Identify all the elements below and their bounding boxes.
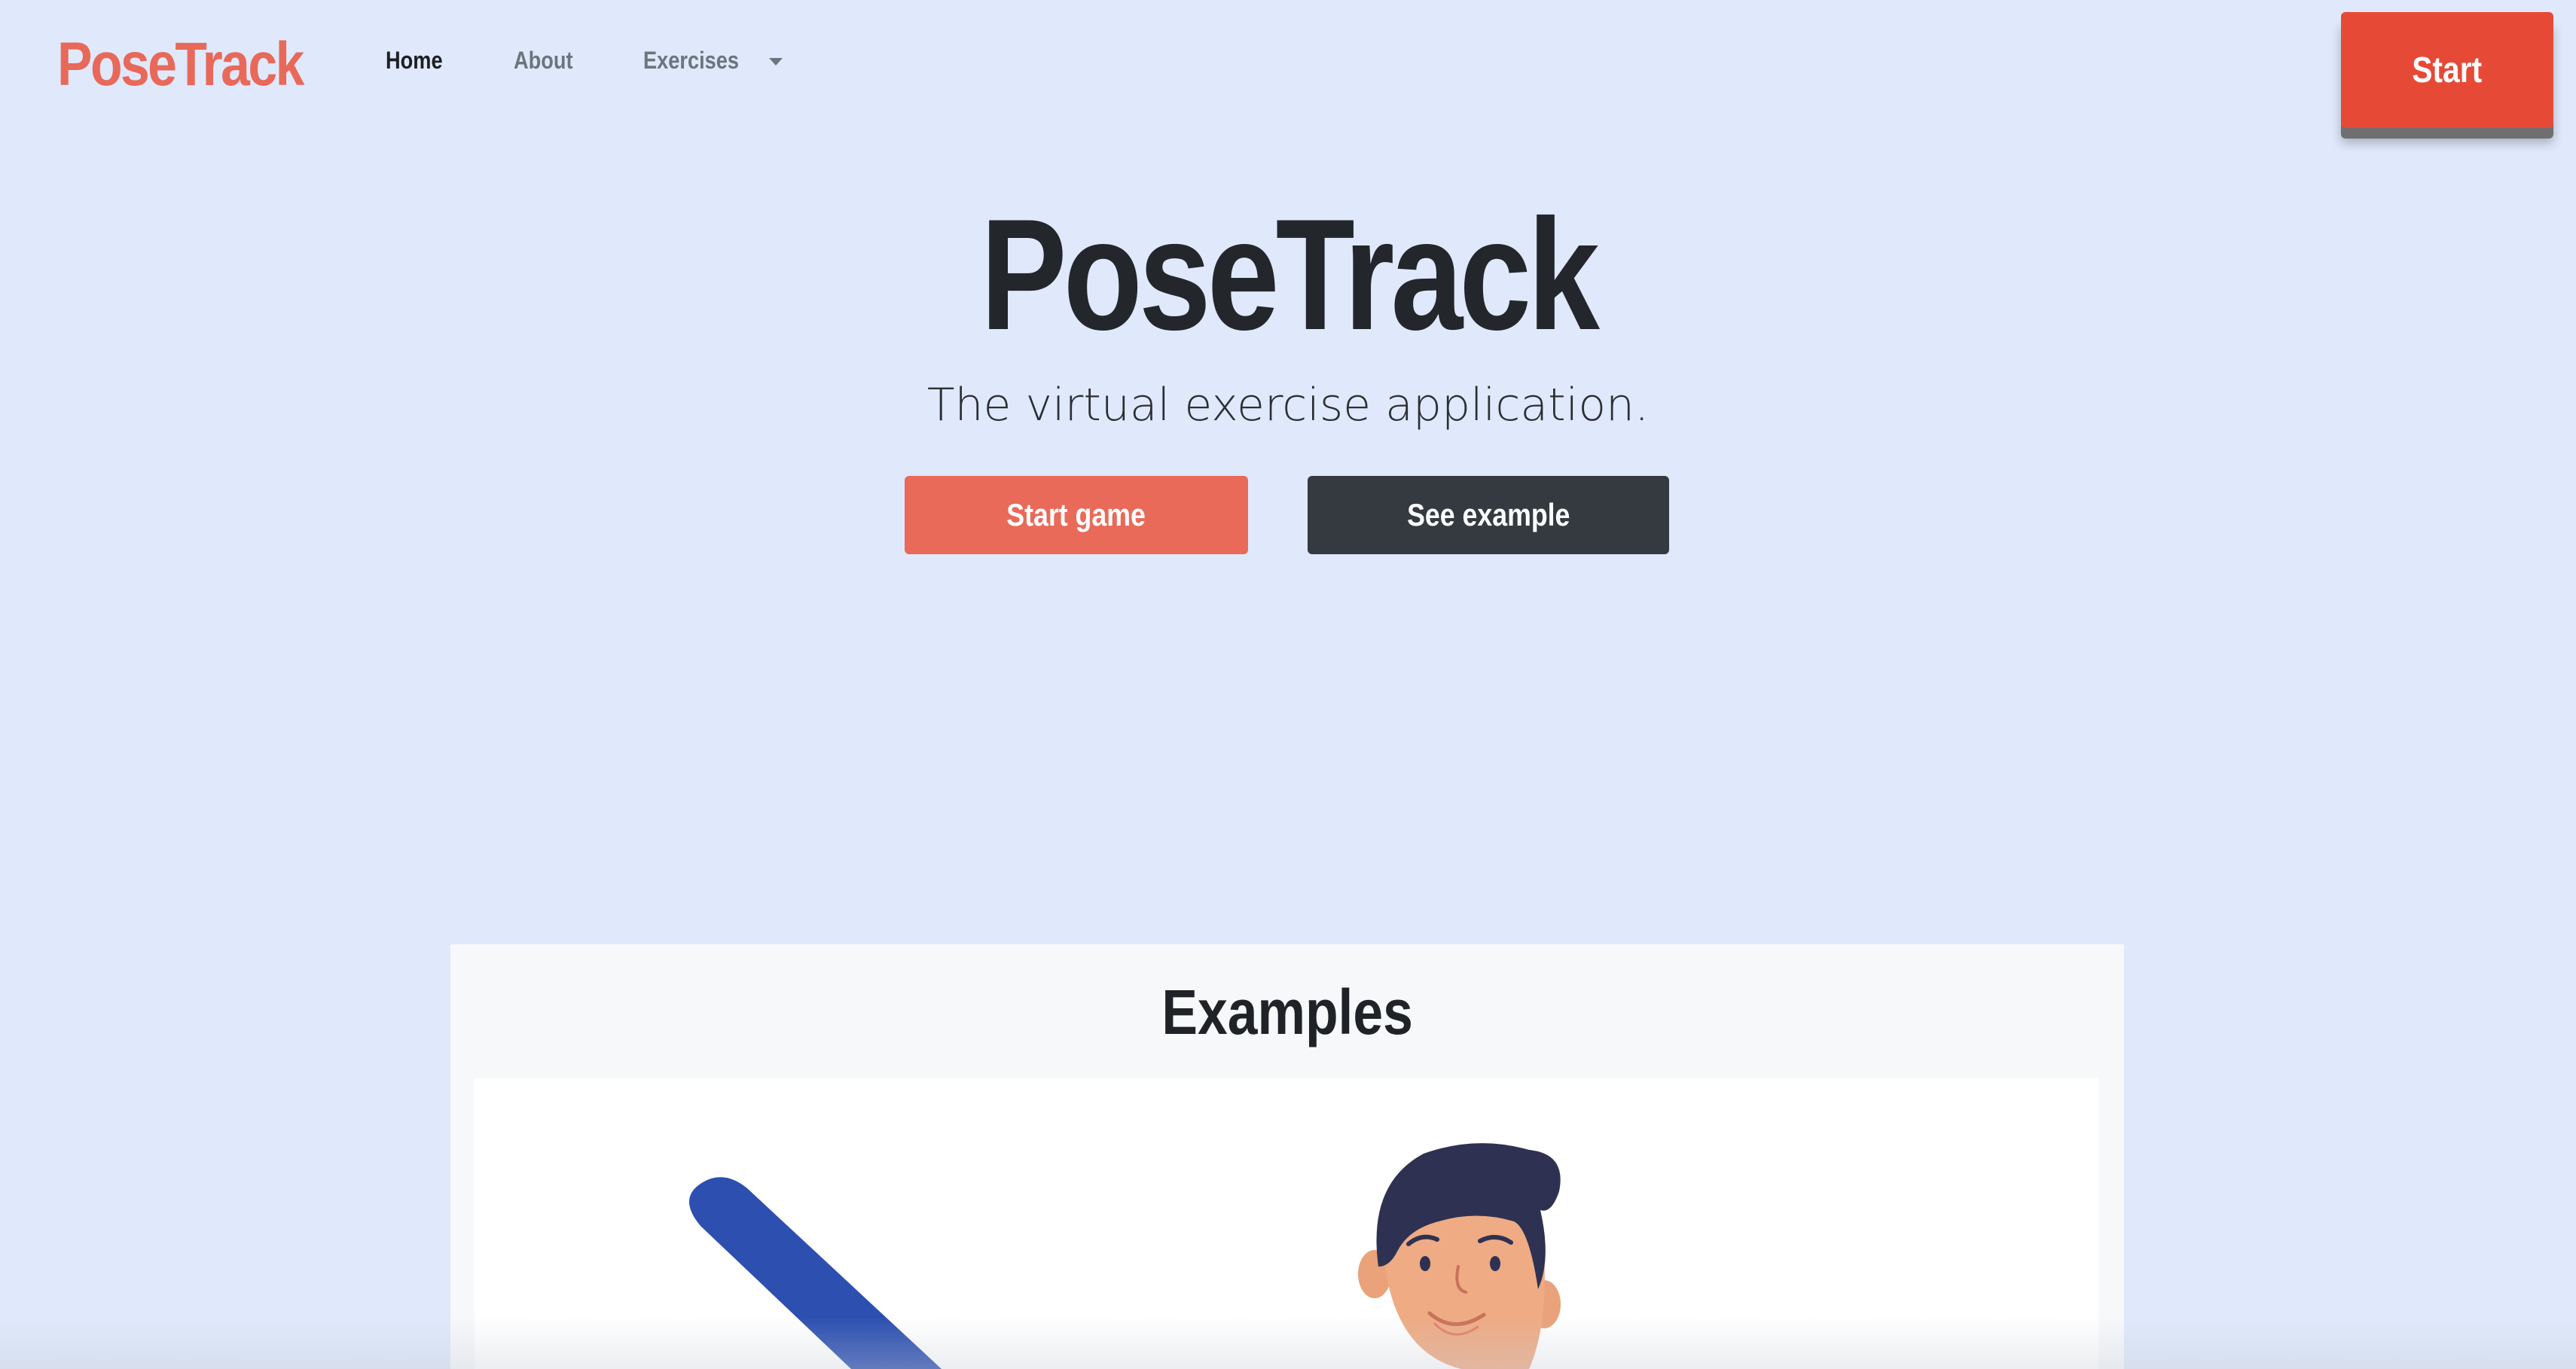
examples-title-text: Examples [1161, 977, 1413, 1047]
caret-down-icon [769, 57, 783, 66]
hero-title: PoseTrack [0, 188, 2576, 361]
page: PoseTrack Home About Exercises Start Pos… [0, 0, 2576, 1369]
examples-illustration [475, 1078, 2098, 1369]
hero-title-text: PoseTrack [980, 186, 1599, 363]
start-game-button[interactable]: Start game [905, 476, 1248, 554]
nav-exercises-label: Exercises [643, 47, 740, 74]
blue-band-shape [689, 1177, 942, 1369]
start-button[interactable]: Start [2341, 12, 2553, 128]
see-example-label: See example [1406, 497, 1570, 532]
hero-subtitle: The virtual exercise application. [926, 379, 1650, 431]
nav-exercises-dropdown[interactable]: Exercises [643, 47, 783, 75]
nav-home-link[interactable]: Home [386, 47, 443, 75]
nav-about-link[interactable]: About [514, 47, 573, 75]
brand-logo[interactable]: PoseTrack [57, 27, 304, 102]
start-game-label: Start game [1006, 497, 1146, 532]
start-button-label: Start [2412, 50, 2483, 90]
exercise-illustration-svg [689, 1143, 1561, 1369]
person-figure [1358, 1143, 1561, 1369]
examples-title: Examples [450, 974, 2124, 1050]
examples-section: Examples [450, 944, 2124, 1369]
navbar: PoseTrack Home About Exercises Start [0, 0, 2576, 133]
see-example-button[interactable]: See example [1308, 476, 1669, 554]
